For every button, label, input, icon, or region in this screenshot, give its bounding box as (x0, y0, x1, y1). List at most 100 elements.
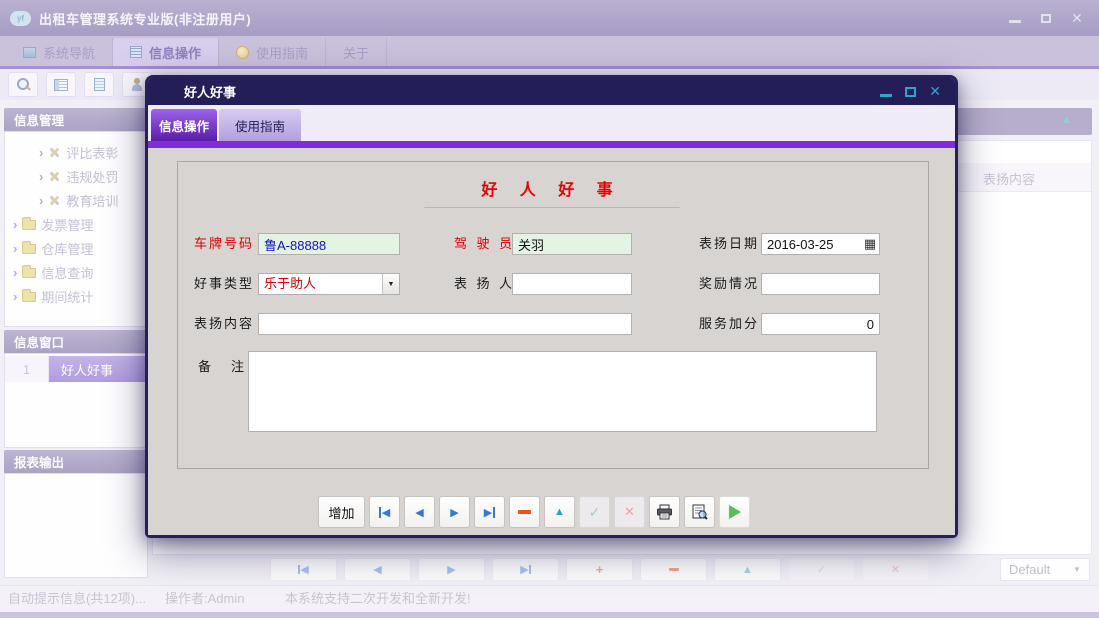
praise-content-input[interactable] (258, 313, 632, 335)
chevron-right-icon: › (39, 146, 43, 159)
statusbar: 自动提示信息(共12项)... 操作者:Admin 本系统支持二次开发和全新开发… (0, 585, 1099, 612)
dialog-minimize-icon[interactable] (880, 86, 892, 97)
tree-item-jiaoyupeixun[interactable]: › 教育培训 (5, 188, 147, 212)
bg-first-record-button[interactable]: ◀ (270, 558, 337, 581)
tree-item-fapiaoguanli[interactable]: › 发票管理 (5, 212, 147, 236)
section-header-report-output[interactable]: 报表输出 (4, 450, 148, 473)
praise-date-value: 2016-03-25 (762, 237, 861, 252)
delete-record-button[interactable] (509, 496, 540, 528)
help-icon (236, 46, 249, 59)
tree-item-pingbibiaozhang[interactable]: › 评比表彰 (5, 140, 147, 164)
edit-record-button[interactable]: ▲ (544, 496, 575, 528)
label-deed-type: 好事类型 (194, 273, 252, 295)
document-button[interactable] (84, 72, 114, 97)
deed-type-select[interactable]: 乐于助人 ▼ (258, 273, 400, 295)
tree-item-label: 发票管理 (41, 215, 93, 234)
document-icon (94, 78, 105, 91)
bg-edit-record-button[interactable]: ▲ (714, 558, 781, 581)
bg-next-record-button[interactable]: ▶ (418, 558, 485, 581)
reward-input[interactable] (761, 273, 880, 295)
collapse-icon[interactable]: ▲ (1061, 115, 1072, 126)
tab-user-guide[interactable]: 使用指南 (219, 38, 326, 66)
status-auto-tips: 自动提示信息(共12项)... (8, 586, 146, 612)
print-button[interactable] (649, 496, 680, 528)
window-bottom-edge (0, 612, 1099, 618)
section-header-info-management[interactable]: 信息管理 (4, 108, 148, 131)
tree-item-xinxichaxun[interactable]: › 信息查询 (5, 260, 147, 284)
row-label-haorenhaoshi[interactable]: 好人好事 (49, 356, 147, 382)
section-header-info-window[interactable]: 信息窗口 (4, 330, 148, 353)
tab-system-nav[interactable]: 系统导航 (6, 38, 113, 66)
dialog-tab-user-guide[interactable]: 使用指南 (219, 109, 301, 141)
bg-add-record-button[interactable]: + (566, 558, 633, 581)
restore-icon[interactable] (1038, 11, 1054, 25)
tab-label: 关于 (343, 43, 369, 62)
next-record-button[interactable]: ▶ (439, 496, 470, 528)
style-select[interactable]: Default ▼ (1000, 558, 1090, 581)
minus-icon (518, 510, 531, 514)
cancel-button: ✕ (614, 496, 645, 528)
chevron-right-icon: › (39, 170, 43, 183)
calendar-icon[interactable]: ▦ (861, 236, 879, 252)
tree-item-label: 教育培训 (66, 191, 118, 210)
dialog-record-toolbar: 增加 ◀ ◀ ▶ ▶ ▲ ✓ ✕ (318, 496, 750, 528)
run-button[interactable] (719, 496, 750, 528)
check-icon: ✓ (589, 504, 601, 521)
report-output-panel (4, 473, 148, 578)
add-button[interactable]: 增加 (318, 496, 365, 528)
tree-item-label: 仓库管理 (41, 239, 93, 258)
plate-number-input[interactable] (258, 233, 400, 255)
info-management-tree: › 评比表彰 › 违规处罚 › 教育培训 › 发票管理 › (4, 131, 148, 327)
print-preview-button[interactable] (684, 496, 715, 528)
label-driver: 驾 驶 员 (454, 233, 512, 255)
tab-label: 使用指南 (256, 43, 308, 62)
chevron-right-icon: › (13, 290, 17, 303)
service-points-input[interactable] (761, 313, 880, 335)
x-icon: ✕ (624, 504, 635, 520)
tab-info-operation[interactable]: 信息操作 (113, 38, 219, 66)
row-index: 1 (5, 356, 49, 382)
info-window-row[interactable]: 1 好人好事 (5, 356, 147, 382)
remark-textarea[interactable] (248, 351, 877, 432)
tool-icon (48, 194, 61, 207)
tree-item-weiguichufa[interactable]: › 违规处罚 (5, 164, 147, 188)
bg-delete-record-button[interactable] (640, 558, 707, 581)
style-select-value: Default (1001, 562, 1073, 577)
dialog-tab-info-operation[interactable]: 信息操作 (151, 109, 217, 141)
chevron-right-icon: › (13, 266, 17, 279)
first-record-button[interactable]: ◀ (369, 496, 400, 528)
list-view-button[interactable] (46, 72, 76, 97)
deed-type-value: 乐于助人 (259, 274, 382, 294)
last-record-button[interactable]: ▶ (474, 496, 505, 528)
tree-item-qijiantongji[interactable]: › 期间统计 (5, 284, 147, 308)
form-title-underline (424, 207, 679, 208)
column-header-praise-content[interactable]: 表扬内容 (983, 169, 1035, 188)
status-message: 本系统支持二次开发和全新开发! (285, 586, 471, 612)
system-nav-icon (23, 47, 36, 58)
dialog-titlebar: 好人好事 ✕ (148, 78, 955, 105)
dialog-accent-bar (148, 141, 955, 148)
minimize-icon[interactable] (1007, 11, 1023, 25)
dialog-maximize-icon[interactable] (905, 87, 916, 97)
main-window-controls: ✕ (1007, 0, 1085, 36)
bg-cancel-button: ✕ (862, 558, 929, 581)
chevron-down-icon[interactable]: ▼ (382, 274, 399, 294)
tab-about[interactable]: 关于 (326, 38, 387, 66)
bg-prev-record-button[interactable]: ◀ (344, 558, 411, 581)
dialog-window-controls: ✕ (880, 78, 941, 105)
ribbon-tabbar: 系统导航 信息操作 使用指南 关于 (0, 36, 1099, 66)
confirm-button: ✓ (579, 496, 610, 528)
dialog-close-icon[interactable]: ✕ (929, 83, 941, 100)
tree-item-cangkuguanli[interactable]: › 仓库管理 (5, 236, 147, 260)
praiser-input[interactable] (512, 273, 632, 295)
label-service-points: 服务加分 (699, 313, 757, 335)
bg-last-record-button[interactable]: ▶ (492, 558, 559, 581)
praise-date-input[interactable]: 2016-03-25 ▦ (761, 233, 880, 255)
prev-record-button[interactable]: ◀ (404, 496, 435, 528)
driver-input[interactable] (512, 233, 632, 255)
label-remark: 备 注 (198, 356, 244, 378)
tab-label: 系统导航 (43, 43, 95, 62)
search-button[interactable] (8, 72, 38, 97)
dialog-body: 好 人 好 事 车牌号码 驾 驶 员 表扬日期 2016-03-25 ▦ 好事类… (148, 148, 955, 535)
close-icon[interactable]: ✕ (1069, 11, 1085, 25)
